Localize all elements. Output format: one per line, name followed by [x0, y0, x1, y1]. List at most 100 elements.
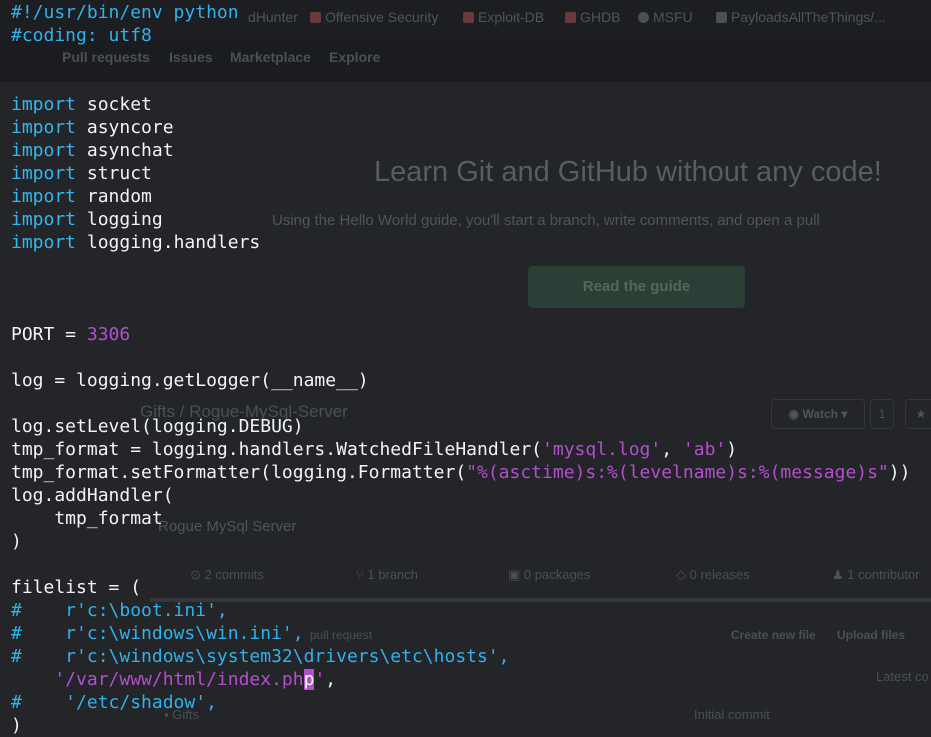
code-token: import — [11, 186, 77, 207]
tag-icon: ◇ — [676, 567, 690, 582]
code-token: log.addHandler( — [11, 485, 174, 506]
nav-pull-requests[interactable]: Pull requests — [62, 49, 150, 65]
code-line: '/var/www/html/index.php', — [11, 668, 336, 691]
code-token: log.setLevel(logging.DEBUG) — [11, 416, 304, 437]
code-token: tmp_format = logging.handlers.WatchedFil… — [11, 439, 543, 460]
code-line: tmp_format.setFormatter(logging.Formatte… — [11, 461, 910, 484]
code-token: tmp_format.setFormatter(logging.Formatte… — [11, 462, 467, 483]
code-token: log = logging.getLogger(__name__) — [11, 370, 369, 391]
nav-issues[interactable]: Issues — [169, 49, 213, 65]
stat-releases[interactable]: ◇ 0 releases — [676, 567, 750, 583]
pull-request-link[interactable]: pull request — [310, 628, 372, 642]
code-token: ) — [11, 715, 22, 736]
code-line: log.addHandler( — [11, 484, 174, 507]
code-token: filelist = ( — [11, 577, 142, 598]
star-icon[interactable]: ★ — [905, 399, 931, 429]
code-line: #coding: utf8 — [11, 24, 152, 47]
page-icon — [716, 12, 727, 23]
offsec-icon — [310, 12, 321, 23]
code-line: import asynchat — [11, 139, 174, 162]
hero-title: Learn Git and GitHub without any code! — [374, 156, 882, 188]
text-cursor: p — [303, 669, 315, 690]
code-token: 'mysql.log' — [542, 439, 662, 460]
bookmark-item[interactable]: Exploit-DB — [463, 9, 544, 25]
code-line: filelist = ( — [11, 576, 141, 599]
code-token: 'ab' — [682, 439, 727, 460]
read-guide-button[interactable]: Read the guide — [528, 266, 745, 308]
code-token: struct — [76, 163, 152, 184]
code-token: import — [11, 232, 77, 253]
code-token: tmp_format — [11, 508, 163, 529]
code-token: # r'c:\windows\win.ini', — [11, 623, 304, 644]
code-token: , — [661, 439, 683, 460]
code-line: # r'c:\windows\system32\drivers\etc\host… — [11, 645, 510, 668]
upload-files-button[interactable]: Upload files — [837, 628, 905, 642]
code-line: import asyncore — [11, 116, 174, 139]
code-line: import random — [11, 185, 152, 208]
eye-icon: ◉ — [788, 407, 803, 421]
exploitdb-icon — [463, 12, 474, 23]
code-line: # r'c:\windows\win.ini', — [11, 622, 304, 645]
code-line: #!/usr/bin/env python — [11, 1, 239, 24]
commit-message[interactable]: Initial commit — [694, 707, 770, 722]
code-token: random — [76, 186, 152, 207]
repo-description: Rogue MySql Server — [158, 518, 297, 535]
code-token: PORT = — [11, 324, 87, 345]
package-icon: ▣ — [508, 567, 524, 582]
bookmark-item[interactable]: MSFU — [638, 9, 693, 25]
latest-commit-label: Latest co — [876, 669, 929, 684]
nav-marketplace[interactable]: Marketplace — [230, 49, 311, 65]
code-token: '/var/www/html/index.ph — [11, 669, 304, 690]
watch-count[interactable]: 1 — [870, 399, 894, 429]
code-line: # '/etc/shadow', — [11, 691, 217, 714]
code-token: ) — [11, 531, 22, 552]
code-line: PORT = 3306 — [11, 323, 130, 346]
bookmark-item[interactable]: dHunter — [248, 9, 298, 25]
code-line: tmp_format — [11, 507, 163, 530]
code-token: "%(asctime)s:%(levelname)s:%(message)s" — [466, 462, 889, 483]
hero-subtitle: Using the Hello World guide, you'll star… — [272, 212, 820, 229]
code-token: )) — [888, 462, 911, 483]
ghdb-icon — [565, 12, 576, 23]
code-token: import — [11, 117, 77, 138]
code-token: logging — [76, 209, 163, 230]
code-token: #!/usr/bin/env python — [11, 2, 239, 23]
code-token: logging.handlers — [76, 232, 261, 253]
nav-explore[interactable]: Explore — [329, 49, 380, 65]
code-line: ) — [11, 530, 22, 553]
msfu-icon — [638, 12, 649, 23]
code-token: socket — [76, 94, 152, 115]
stat-branches[interactable]: ⑂ 1 branch — [356, 567, 418, 582]
code-token: # '/etc/shadow', — [11, 692, 217, 713]
create-file-button[interactable]: Create new file — [731, 628, 816, 642]
code-line: import logging.handlers — [11, 231, 260, 254]
code-line: import logging — [11, 208, 163, 231]
code-token: import — [11, 163, 77, 184]
stat-packages[interactable]: ▣ 0 packages — [508, 567, 590, 583]
code-token: # r'c:\windows\system32\drivers\etc\host… — [11, 646, 510, 667]
stat-contributors[interactable]: ♟ 1 contributor — [832, 567, 920, 583]
code-line: log = logging.getLogger(__name__) — [11, 369, 369, 392]
code-token: ) — [726, 439, 738, 460]
code-token: # r'c:\boot.ini', — [11, 600, 228, 621]
bookmark-item[interactable]: GHDB — [565, 9, 620, 25]
watch-button[interactable]: ◉ Watch ▾ — [771, 399, 865, 429]
code-token: import — [11, 140, 77, 161]
code-line: log.setLevel(logging.DEBUG) — [11, 415, 304, 438]
bookmark-item[interactable]: Offensive Security — [310, 9, 438, 25]
code-line: import socket — [11, 93, 152, 116]
stats-divider — [150, 598, 931, 602]
bookmark-item[interactable]: PayloadsAllTheThings/... — [716, 9, 886, 25]
stat-commits[interactable]: ⊙ 2 commits — [190, 567, 264, 583]
commit-icon: ⊙ — [190, 567, 205, 582]
code-token: asynchat — [76, 140, 174, 161]
code-line: tmp_format = logging.handlers.WatchedFil… — [11, 438, 737, 461]
code-line: ) — [11, 714, 22, 737]
code-token: ' — [314, 669, 326, 690]
code-token: import — [11, 94, 77, 115]
code-token: , — [325, 669, 337, 690]
code-line: # r'c:\boot.ini', — [11, 599, 228, 622]
code-token: #coding: utf8 — [11, 25, 152, 46]
people-icon: ♟ — [832, 567, 848, 582]
branch-icon: ⑂ — [356, 567, 368, 582]
